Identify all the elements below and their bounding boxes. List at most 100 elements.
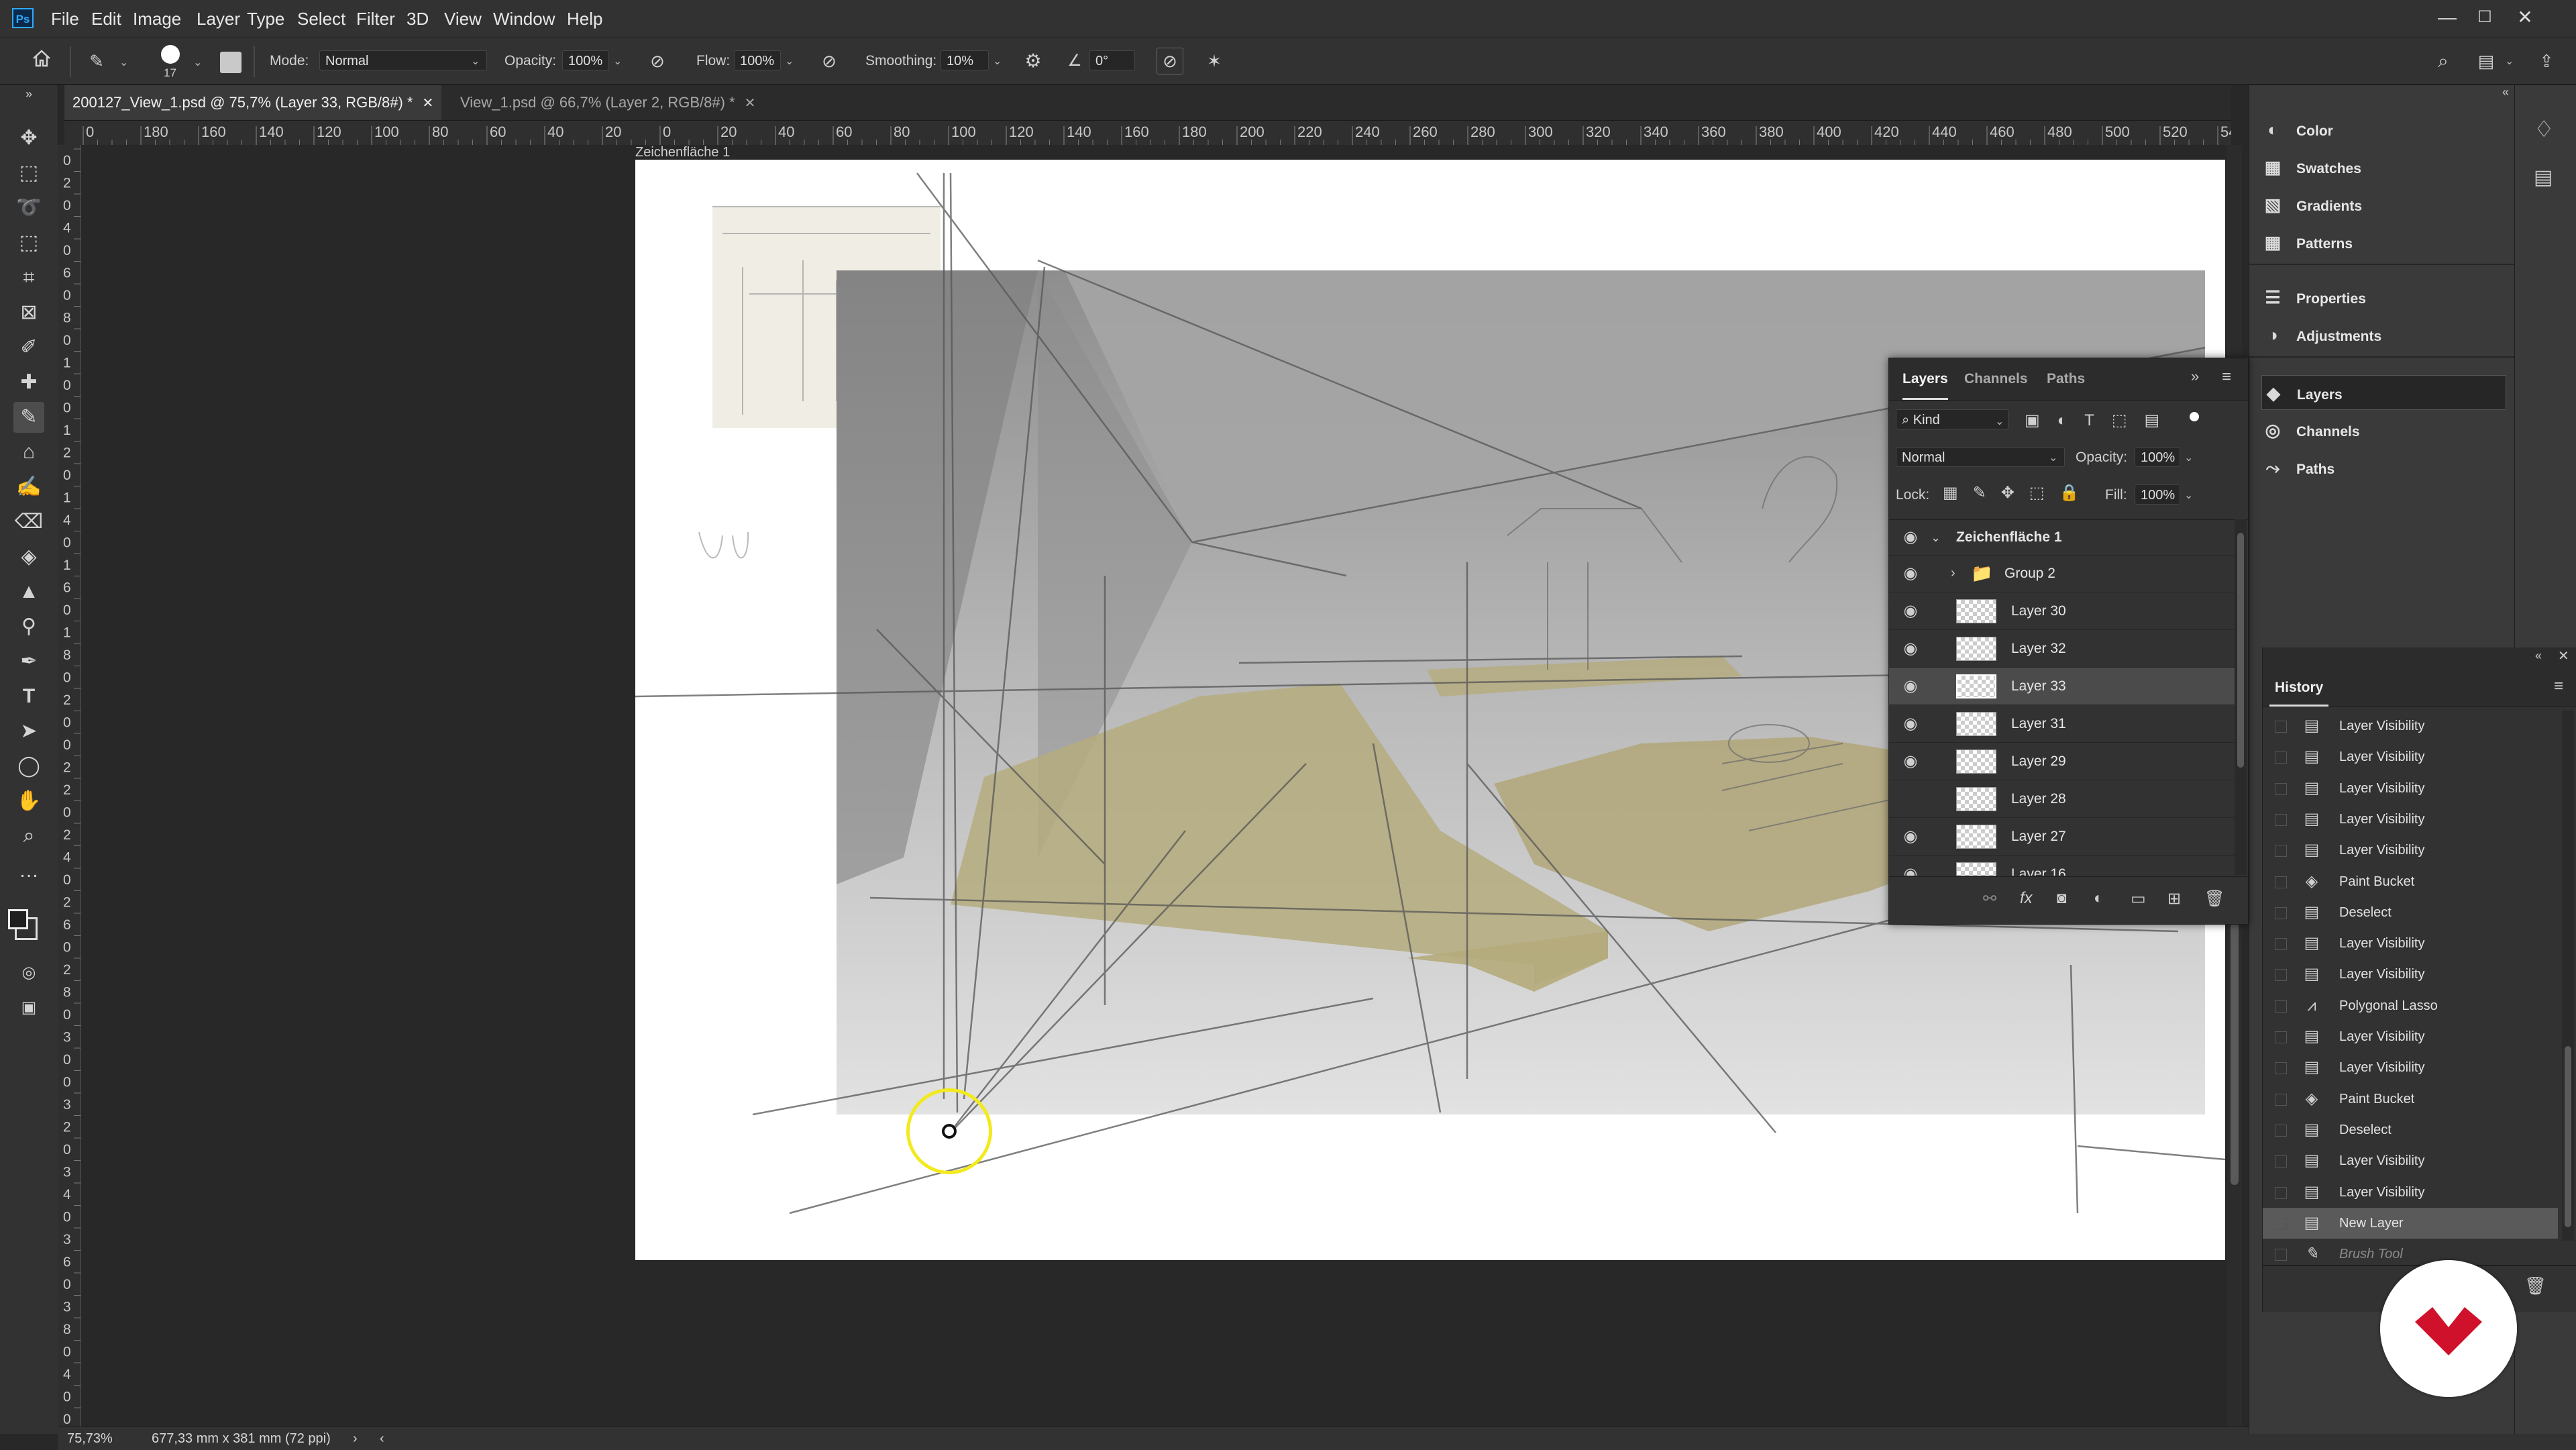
frame-tool-icon[interactable]: ⊠ — [13, 297, 44, 328]
link-icon[interactable]: ⚯ — [1983, 889, 1996, 909]
opacity-input[interactable]: 100% — [562, 50, 609, 70]
mode-select[interactable]: Normal — [319, 50, 487, 70]
layer-name[interactable]: Layer 32 — [2011, 630, 2066, 667]
chevron-down-icon[interactable]: ⌄ — [613, 54, 622, 68]
lock-all-icon[interactable]: 🔒 — [2059, 484, 2094, 502]
folder-icon[interactable]: ▭ — [2131, 889, 2146, 909]
menu-3d[interactable]: 3D — [407, 0, 429, 38]
layer-row[interactable]: ◉ Layer 33 — [1889, 668, 2235, 705]
layer-thumbnail[interactable] — [1956, 712, 1996, 736]
chevron-down-icon[interactable]: ⌄ — [993, 54, 1002, 68]
snapshot-source-checkbox[interactable] — [2275, 1000, 2287, 1013]
lock-transparent-icon[interactable]: ▦ — [1943, 484, 1973, 502]
history-item[interactable]: ▤ Layer Visibility — [2263, 1145, 2558, 1176]
dock-item-channels[interactable]: ◎ Channels — [2261, 413, 2503, 448]
snapshot-source-checkbox[interactable] — [2275, 752, 2287, 764]
type-tool-icon[interactable]: T — [13, 681, 44, 712]
lock-icons[interactable]: ▦✎✥⬚🔒 — [1943, 483, 2094, 503]
snapshot-source-checkbox[interactable] — [2275, 1217, 2287, 1230]
fx-icon[interactable]: fx — [2020, 889, 2033, 908]
foreground-color-swatch[interactable] — [8, 909, 28, 929]
dock-item-properties[interactable]: ☰ Properties — [2261, 280, 2503, 315]
history-item[interactable]: ▤ Layer Visibility — [2263, 928, 2558, 959]
history-item[interactable]: ▤ Deselect — [2263, 897, 2558, 928]
layer-row[interactable]: ◉ Layer 32 — [1889, 630, 2235, 668]
menu-type[interactable]: Type — [247, 0, 284, 38]
more-tools-icon[interactable]: … — [13, 856, 44, 886]
history-item[interactable]: ▤ Layer Visibility — [2263, 804, 2558, 835]
menu-layer[interactable]: Layer — [197, 0, 240, 38]
filter-icons[interactable]: ▣◐T⬚▤ — [2025, 411, 2177, 430]
layer-row[interactable]: ◉ Layer 16 — [1889, 856, 2235, 876]
artboard-row[interactable]: ◉ ⌄ Zeichenfläche 1 — [1889, 520, 2235, 556]
snapshot-source-checkbox[interactable] — [2275, 1093, 2287, 1106]
group-row[interactable]: ◉ › 📁 Group 2 — [1889, 555, 2235, 592]
chevron-down-icon[interactable]: ⌄ — [2184, 488, 2193, 502]
layer-name[interactable]: Layer 30 — [2011, 592, 2066, 629]
quick-mask-icon[interactable]: ◎ — [13, 957, 44, 988]
adjustment-layer-icon[interactable]: ◐ — [2094, 889, 2104, 908]
flow-input[interactable]: 100% — [734, 50, 781, 70]
history-item[interactable]: ▤ Layer Visibility — [2263, 1177, 2558, 1208]
layer-thumbnail[interactable] — [1956, 637, 1996, 661]
snapshot-source-checkbox[interactable] — [2275, 969, 2287, 982]
menu-select[interactable]: Select — [297, 0, 345, 38]
learn-icon[interactable]: ♢ — [2534, 116, 2554, 143]
smart-object-filter-icon[interactable]: ▤ — [2145, 411, 2178, 429]
layer-row[interactable]: ◉ Layer 29 — [1889, 743, 2235, 780]
close-icon[interactable]: ✕ — [422, 96, 433, 111]
trash-icon[interactable]: 🗑 — [2524, 1276, 2546, 1296]
snapshot-source-checkbox[interactable] — [2275, 938, 2287, 951]
lock-artboard-icon[interactable]: ⬚ — [2029, 484, 2059, 502]
photoshop-logo[interactable]: Ps — [12, 8, 34, 28]
history-item[interactable]: ▤ Layer Visibility — [2263, 835, 2558, 866]
pressure-size-icon[interactable]: ⊘ — [1157, 48, 1183, 74]
layer-opacity-input[interactable]: 100% — [2135, 447, 2180, 467]
history-item[interactable]: ◈ Paint Bucket — [2263, 1084, 2558, 1115]
layer-name[interactable]: Layer 27 — [2011, 818, 2066, 855]
chevron-down-icon[interactable]: ⌄ — [119, 56, 128, 69]
history-item[interactable]: ▤ Layer Visibility — [2263, 741, 2558, 772]
chevron-down-icon[interactable]: ⌄ — [785, 54, 794, 68]
lock-position-icon[interactable]: ✥ — [2001, 484, 2029, 502]
eye-icon[interactable]: ◉ — [1897, 705, 1924, 742]
history-item[interactable]: ◈ Paint Bucket — [2263, 866, 2558, 897]
layer-row[interactable]: ◉ Layer 27 — [1889, 818, 2235, 856]
snapshot-source-checkbox[interactable] — [2275, 876, 2287, 888]
eye-icon[interactable]: ◉ — [1897, 592, 1924, 629]
history-item[interactable]: ▤ Layer Visibility — [2263, 1052, 2558, 1083]
history-item[interactable]: ✎ Brush Tool — [2263, 1239, 2558, 1261]
libraries-icon[interactable]: ▤ — [2534, 166, 2553, 189]
gear-icon[interactable]: ⚙ — [1020, 48, 1046, 74]
layer-name[interactable]: Layer 33 — [2011, 668, 2066, 705]
blend-mode-select[interactable]: Normal — [1896, 447, 2065, 467]
tab-document-active[interactable]: 200127_View_1.psd @ 75,7% (Layer 33, RGB… — [64, 85, 442, 120]
history-item[interactable]: ▤ Layer Visibility — [2263, 1021, 2558, 1052]
type-filter-icon[interactable]: T — [2084, 411, 2112, 429]
eye-icon[interactable]: ◉ — [1897, 668, 1924, 705]
history-item[interactable]: ▤ New Layer — [2263, 1207, 2558, 1239]
blur-tool-icon[interactable]: ▲ — [13, 576, 44, 607]
chevron-left-icon[interactable]: ‹ — [380, 1427, 384, 1450]
panel-menu-icon[interactable]: ≡ — [2554, 677, 2563, 696]
filter-toggle-icon[interactable] — [2190, 412, 2199, 421]
trash-icon[interactable]: 🗑 — [2204, 889, 2224, 909]
close-icon[interactable]: ✕ — [2558, 648, 2569, 664]
healing-brush-tool-icon[interactable]: ✚ — [13, 367, 44, 398]
eye-icon[interactable]: ◉ — [1897, 555, 1924, 592]
history-item[interactable]: ▤ Layer Visibility — [2263, 711, 2558, 741]
workspace-icon[interactable]: ▤ — [2473, 48, 2500, 74]
history-brush-tool-icon[interactable]: ✍ — [13, 472, 44, 503]
layer-filter-select[interactable]: ⌕ Kind — [1896, 409, 2008, 429]
layer-thumbnail[interactable] — [1956, 825, 1996, 849]
tab-layers[interactable]: Layers — [1902, 358, 1948, 400]
eye-icon[interactable]: ◉ — [1897, 856, 1924, 876]
mask-icon[interactable]: ◙ — [2057, 889, 2067, 908]
paint-bucket-tool-icon[interactable]: ◈ — [13, 541, 44, 572]
layer-name[interactable]: Layer 31 — [2011, 705, 2066, 742]
symmetry-icon[interactable]: ✶ — [1201, 48, 1228, 74]
search-icon[interactable]: ⌕ — [2430, 48, 2457, 74]
crop-tool-icon[interactable]: ⌗ — [13, 262, 44, 293]
eye-icon[interactable]: ◉ — [1897, 630, 1924, 667]
lasso-tool-icon[interactable]: ➰ — [13, 193, 44, 223]
